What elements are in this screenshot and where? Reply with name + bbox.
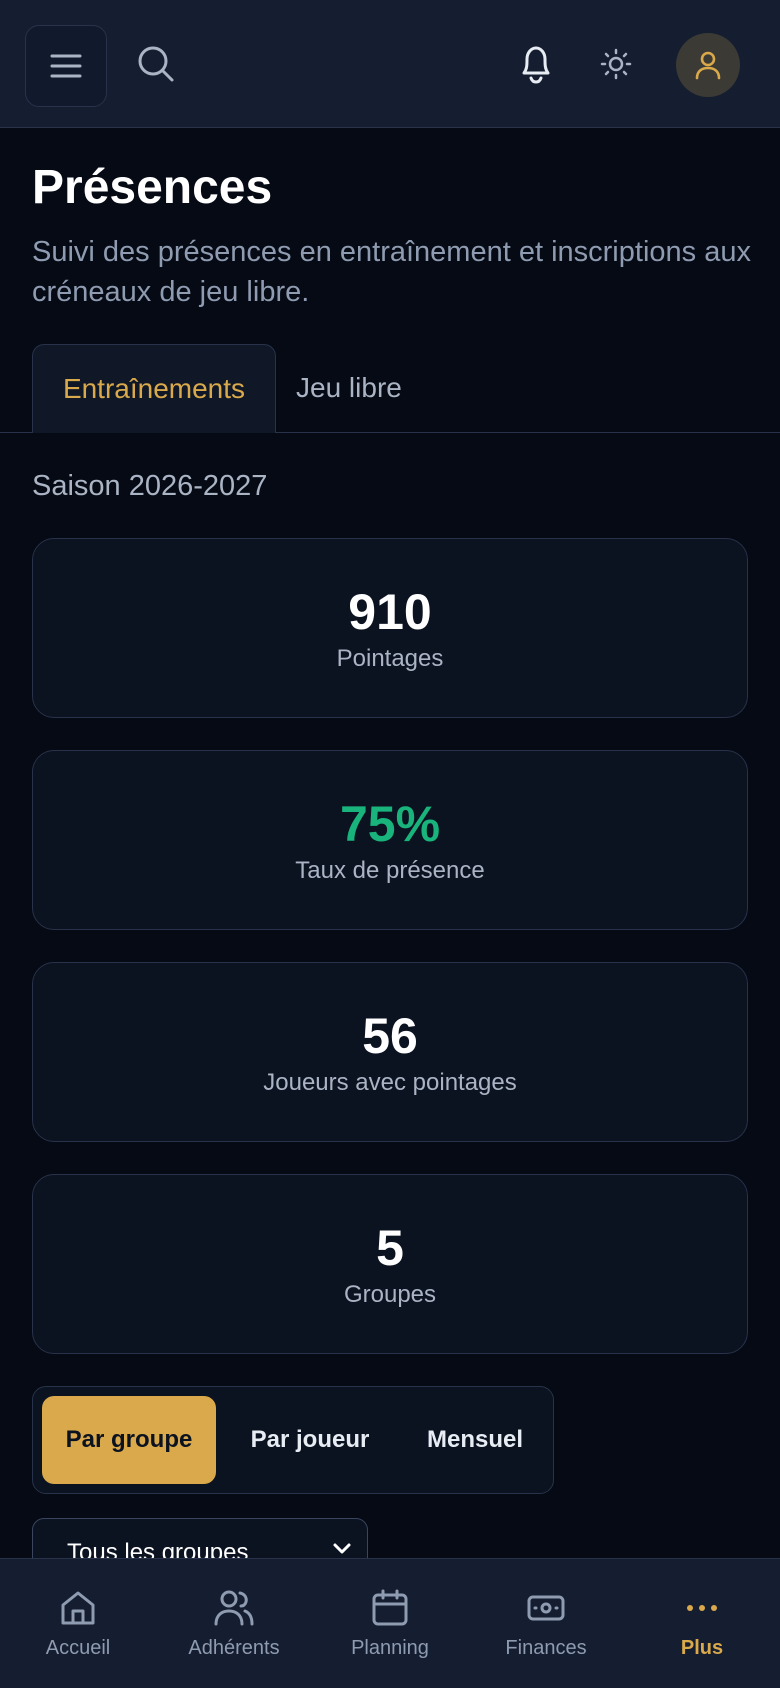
nav-adherents[interactable]: Adhérents [156, 1559, 312, 1688]
season-label: Saison 2026-2027 [32, 470, 268, 502]
search-button[interactable] [130, 36, 182, 92]
user-icon [695, 51, 721, 80]
stat-value: 56 [362, 1008, 418, 1064]
chevron-down-icon [333, 1543, 351, 1554]
nav-label: Planning [351, 1637, 429, 1659]
stat-card-pointages: 910 Pointages [32, 538, 748, 718]
stat-value: 910 [348, 584, 432, 640]
more-icon [687, 1605, 717, 1611]
nav-label: Finances [505, 1637, 587, 1659]
banknote-icon [527, 1595, 565, 1621]
stat-card-groupes: 5 Groupes [32, 1174, 748, 1354]
menu-button[interactable] [25, 25, 107, 107]
theme-toggle-button[interactable] [598, 46, 634, 82]
bottom-nav: Accueil Adhérents Planning Finances Plus [0, 1558, 780, 1688]
view-mode-par-joueur[interactable]: Par joueur [233, 1396, 387, 1484]
calendar-icon [372, 1589, 408, 1626]
stat-label: Joueurs avec pointages [263, 1069, 517, 1096]
avatar[interactable] [676, 33, 740, 97]
bell-icon [522, 46, 550, 84]
nav-accueil[interactable]: Accueil [0, 1559, 156, 1688]
stat-label: Pointages [336, 645, 444, 672]
nav-planning[interactable]: Planning [312, 1559, 468, 1688]
hamburger-icon [50, 54, 82, 78]
home-icon [61, 1591, 95, 1625]
nav-finances[interactable]: Finances [468, 1559, 624, 1688]
view-mode-mensuel[interactable]: Mensuel [405, 1396, 545, 1484]
page-title: Présences [32, 161, 273, 214]
stat-label: Groupes [343, 1281, 437, 1308]
view-mode-par-groupe[interactable]: Par groupe [42, 1396, 216, 1484]
nav-label: Plus [680, 1637, 724, 1659]
top-bar [0, 0, 780, 128]
tab-entrainements[interactable]: Entraînements [32, 344, 276, 433]
notifications-button[interactable] [514, 40, 558, 88]
search-icon [138, 46, 174, 82]
nav-label: Adhérents [188, 1637, 280, 1659]
sun-icon [600, 48, 632, 80]
users-icon [214, 1590, 254, 1626]
view-mode-switcher: Par groupe Par joueur Mensuel [32, 1386, 554, 1494]
stat-card-joueurs: 56 Joueurs avec pointages [32, 962, 748, 1142]
nav-plus[interactable]: Plus [624, 1559, 780, 1688]
stat-label: Taux de présence [295, 857, 485, 884]
page: Présences Suivi des présences en entraîn… [0, 0, 780, 1688]
stat-value: 5 [376, 1220, 404, 1276]
stat-value: 75% [339, 796, 441, 852]
nav-label: Accueil [45, 1637, 111, 1659]
tab-jeu-libre[interactable]: Jeu libre [296, 344, 402, 432]
page-subtitle: Suivi des présences en entraînement et i… [32, 236, 751, 308]
stat-card-taux-presence: 75% Taux de présence [32, 750, 748, 930]
